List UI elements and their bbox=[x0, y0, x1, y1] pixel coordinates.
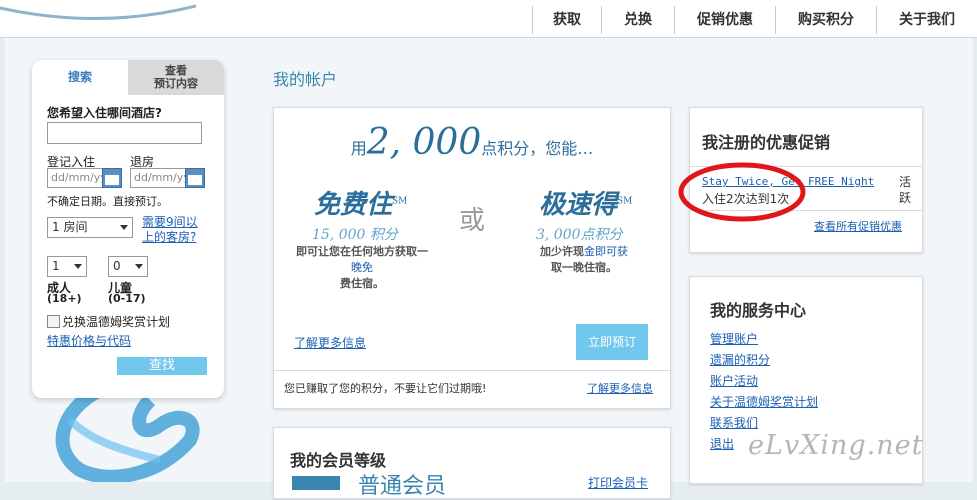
more-rooms-link[interactable]: 需要9间以 上的客房? bbox=[142, 215, 198, 245]
adults-value: 1 bbox=[52, 259, 60, 273]
promotions-title: 我注册的优惠促销 bbox=[702, 133, 831, 152]
tab-search[interactable]: 搜索 bbox=[32, 60, 128, 95]
free-night-desc-link[interactable]: 晚免 bbox=[280, 260, 444, 276]
membership-card: 我的会员等级 普通会员 打印会员卡 bbox=[273, 427, 671, 499]
top-bar: 获取 兑换 促销优惠 购买积分 关于我们 bbox=[0, 0, 977, 38]
free-night-desc-line3: 费住宿。 bbox=[340, 277, 384, 290]
points-prefix: 用 bbox=[350, 139, 367, 158]
rooms-select[interactable]: 1 房间 bbox=[47, 217, 133, 238]
service-link-about-rewards[interactable]: 关于温德姆奖赏计划 bbox=[710, 393, 818, 410]
free-night-title: 免费住SM bbox=[314, 184, 407, 221]
page-title: 我的帐户 bbox=[273, 70, 338, 89]
go-fast-desc: 加少许现金即可获 取一晚住宿。 bbox=[514, 244, 654, 276]
free-night-mark: SM bbox=[392, 196, 408, 207]
go-fast-desc-line2: 取一晚住宿。 bbox=[551, 261, 617, 274]
destination-label: 您希望入住哪间酒店? bbox=[47, 106, 162, 120]
free-night-points: 15, 000 积分 bbox=[312, 227, 398, 243]
service-link-contact-us[interactable]: 联系我们 bbox=[710, 414, 758, 431]
book-now-button[interactable]: 立即预订 bbox=[576, 324, 648, 360]
chevron-down-icon bbox=[74, 264, 82, 269]
free-night-desc-line1: 即可让您在任何地方获取一 bbox=[296, 245, 428, 258]
checkin-calendar-icon[interactable] bbox=[102, 168, 122, 188]
children-range: (0-17) bbox=[108, 292, 146, 305]
service-link-missing-points[interactable]: 遗漏的积分 bbox=[710, 351, 770, 368]
main-nav: 获取 兑换 促销优惠 购买积分 关于我们 bbox=[532, 6, 977, 34]
points-promo-card: 用2, 000点积分，您能… 免费住SM 15, 000 积分 即可让您在任何地… bbox=[273, 107, 671, 409]
points-suffix: 点积分，您能… bbox=[481, 139, 594, 158]
children-value: 0 bbox=[113, 259, 121, 273]
children-select[interactable]: 0 bbox=[108, 256, 148, 277]
adults-range: (18+) bbox=[47, 292, 82, 305]
member-level: 普通会员 bbox=[358, 474, 447, 499]
rooms-value: 1 房间 bbox=[52, 220, 88, 234]
redeem-checkbox[interactable] bbox=[47, 315, 60, 328]
free-night-desc: 即可让您在任何地方获取一 晚免 费住宿。 bbox=[280, 244, 444, 292]
watermark: eLvXing.net bbox=[748, 430, 924, 461]
expiry-learn-more-link[interactable]: 了解更多信息 bbox=[587, 380, 653, 396]
or-text: 或 bbox=[459, 206, 486, 236]
unsure-dates-text: 不确定日期。直接预订。 bbox=[47, 195, 168, 208]
service-link-manage-account[interactable]: 管理账户 bbox=[710, 330, 758, 347]
hotel-search-panel: 搜索 查看 预订内容 您希望入住哪间酒店? 登记入住 退房 dd/mm/yy d… bbox=[32, 60, 224, 398]
more-rooms-link-line2: 上的客房? bbox=[142, 230, 197, 244]
chevron-down-icon bbox=[135, 264, 143, 269]
tab-view-line2: 预订内容 bbox=[154, 77, 198, 90]
checkout-calendar-icon[interactable] bbox=[185, 168, 205, 188]
nav-redeem[interactable]: 兑换 bbox=[601, 6, 674, 34]
view-all-promotions-link[interactable]: 查看所有促销优惠 bbox=[814, 218, 902, 234]
nav-buy-points[interactable]: 购买积分 bbox=[775, 6, 876, 34]
find-button[interactable]: 查找 bbox=[117, 357, 207, 375]
logo-swoosh bbox=[0, 4, 196, 21]
nav-promotions[interactable]: 促销优惠 bbox=[674, 6, 775, 34]
special-rates-link[interactable]: 特惠价格与代码 bbox=[47, 332, 131, 349]
learn-more-link[interactable]: 了解更多信息 bbox=[294, 334, 366, 351]
service-link-account-activity[interactable]: 账户活动 bbox=[710, 372, 758, 389]
more-rooms-link-line1: 需要9间以 bbox=[142, 215, 198, 229]
checkin-date-input[interactable]: dd/mm/yy bbox=[47, 168, 105, 188]
go-fast-mark: SM bbox=[617, 196, 633, 207]
print-card-link[interactable]: 打印会员卡 bbox=[588, 474, 648, 491]
member-card-icon bbox=[292, 476, 340, 490]
service-link-logout[interactable]: 退出 bbox=[710, 435, 734, 452]
promotion-status: 活跃 bbox=[899, 175, 912, 205]
chevron-down-icon bbox=[120, 225, 128, 230]
annotation-circle bbox=[678, 162, 806, 222]
nav-about[interactable]: 关于我们 bbox=[876, 6, 977, 34]
points-amount: 2, 000 bbox=[366, 122, 482, 163]
tab-view-reservations[interactable]: 查看 预订内容 bbox=[128, 60, 224, 95]
go-fast-desc-link[interactable]: 金即可获 bbox=[584, 245, 628, 258]
go-fast-desc-pre: 加少许现 bbox=[540, 245, 584, 258]
service-title: 我的服务中心 bbox=[710, 301, 807, 320]
checkout-date-input[interactable]: dd/mm/yy bbox=[130, 168, 188, 188]
tab-view-line1: 查看 bbox=[165, 64, 187, 77]
nav-earn[interactable]: 获取 bbox=[532, 6, 601, 34]
adults-select[interactable]: 1 bbox=[47, 256, 87, 277]
go-fast-title-text: 极速得 bbox=[539, 190, 618, 220]
destination-input[interactable] bbox=[47, 122, 202, 144]
go-fast-points: 3, 000点积分 bbox=[536, 227, 623, 243]
redeem-label: 兑换温德姆奖赏计划 bbox=[62, 315, 171, 329]
divider bbox=[274, 370, 670, 371]
points-expiry-text: 您已赚取了您的积分，不要让它们过期哦! bbox=[284, 382, 487, 395]
free-night-title-text: 免费住 bbox=[314, 190, 393, 220]
points-headline: 用2, 000点积分，您能… bbox=[274, 122, 670, 163]
go-fast-title: 极速得SM bbox=[539, 184, 632, 221]
